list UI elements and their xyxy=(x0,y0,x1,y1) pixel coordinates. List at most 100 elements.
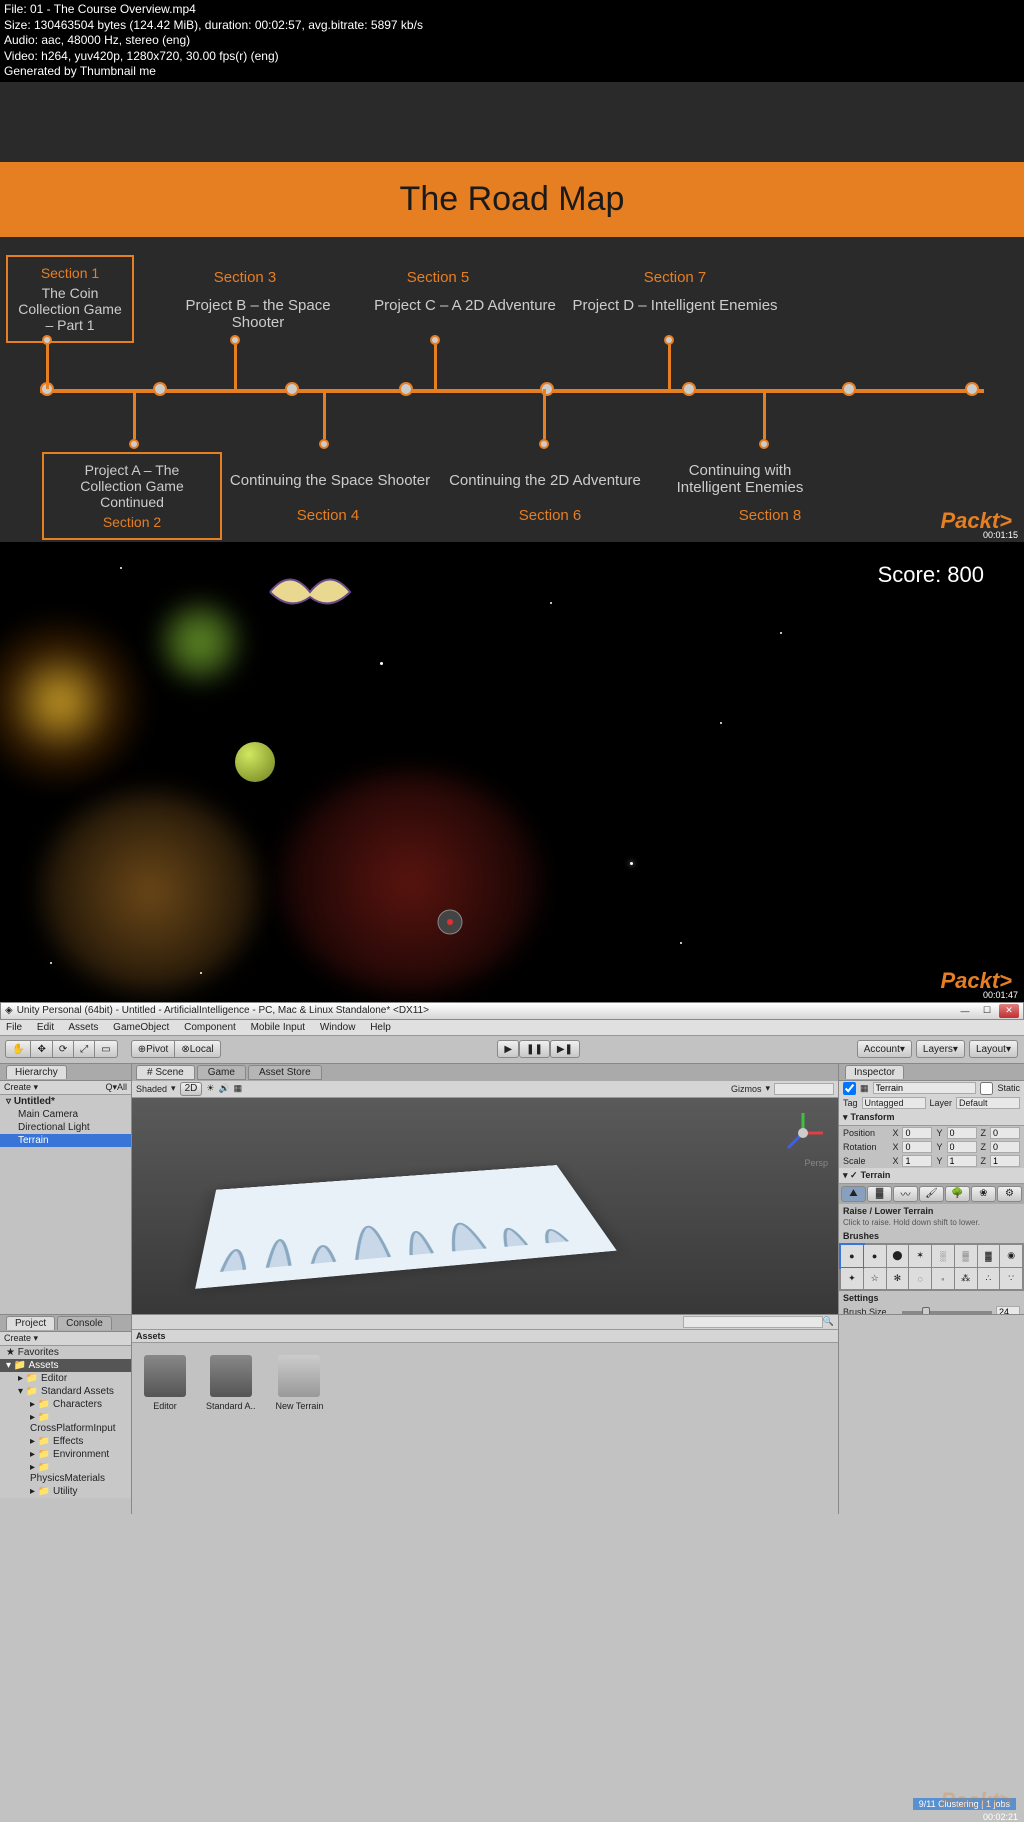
asset-folder[interactable]: Editor xyxy=(144,1355,186,1411)
hierarchy-create[interactable]: Create ▾ xyxy=(4,1082,38,1092)
favorites-item[interactable]: ★ Favorites xyxy=(0,1346,131,1359)
terrain-brush-tool[interactable]: 🖌 xyxy=(919,1186,944,1202)
scale-tool[interactable]: ⤢ xyxy=(73,1040,95,1058)
2d-toggle[interactable]: 2D xyxy=(180,1082,203,1096)
assets-root[interactable]: ▾ 📁 Assets xyxy=(0,1359,131,1372)
scl-z[interactable] xyxy=(990,1155,1020,1167)
terrain-settings-tool[interactable]: ⚙ xyxy=(997,1186,1022,1202)
brush-item[interactable]: ◦ xyxy=(932,1268,954,1290)
account-dropdown[interactable]: Account ▾ xyxy=(857,1040,912,1058)
brush-size-field[interactable] xyxy=(996,1306,1020,1314)
brush-item[interactable]: ◉ xyxy=(1000,1245,1022,1267)
shaded-dropdown[interactable]: Shaded xyxy=(136,1084,167,1094)
terrain-header[interactable]: ▾ ✓ Terrain xyxy=(839,1168,1024,1184)
active-checkbox[interactable] xyxy=(843,1082,856,1095)
hierarchy-item[interactable]: Main Camera xyxy=(0,1108,131,1121)
fx-icon[interactable]: ▦ xyxy=(234,1083,243,1094)
light-icon[interactable]: ☀ xyxy=(206,1083,214,1094)
menu-assets[interactable]: Assets xyxy=(68,1022,98,1033)
minimize-button[interactable]: — xyxy=(955,1004,975,1018)
move-tool[interactable]: ✥ xyxy=(30,1040,52,1058)
menu-file[interactable]: File xyxy=(6,1022,22,1033)
layers-dropdown[interactable]: Layers ▾ xyxy=(916,1040,965,1058)
asset-search[interactable] xyxy=(683,1316,823,1328)
pos-z[interactable] xyxy=(990,1127,1020,1139)
rot-y[interactable] xyxy=(947,1141,977,1153)
brush-item[interactable]: ⁂ xyxy=(955,1268,977,1290)
tag-dropdown[interactable]: Untagged xyxy=(862,1097,926,1109)
hierarchy-tab[interactable]: Hierarchy xyxy=(6,1065,67,1079)
scene-search[interactable] xyxy=(774,1083,834,1095)
asset-terrain[interactable]: New Terrain xyxy=(276,1355,324,1411)
brush-item[interactable]: ░ xyxy=(932,1245,954,1267)
play-button[interactable]: ▶ xyxy=(497,1040,519,1058)
layout-dropdown[interactable]: Layout ▾ xyxy=(969,1040,1018,1058)
asset-folder[interactable]: Standard A.. xyxy=(206,1355,256,1411)
brush-item[interactable]: ☆ xyxy=(864,1268,886,1290)
hierarchy-item-selected[interactable]: Terrain xyxy=(0,1134,131,1147)
folder-item[interactable]: ▸ 📁 Editor xyxy=(0,1372,131,1385)
terrain-smooth-tool[interactable]: 〰 xyxy=(893,1186,918,1202)
asset-store-tab[interactable]: Asset Store xyxy=(248,1065,322,1080)
search-filter-icon[interactable]: 🔍 xyxy=(823,1316,834,1328)
folder-item[interactable]: ▸ 📁 PhysicsMaterials xyxy=(0,1461,131,1485)
project-create[interactable]: Create ▾ xyxy=(4,1333,38,1343)
folder-item[interactable]: ▸ 📁 Characters xyxy=(0,1398,131,1411)
rot-z[interactable] xyxy=(990,1141,1020,1153)
folder-item[interactable]: ▸ 📁 Effects xyxy=(0,1435,131,1448)
terrain-tree-tool[interactable]: 🌳 xyxy=(945,1186,970,1202)
terrain-raise-tool[interactable]: ⛰ xyxy=(841,1186,866,1202)
scene-tab[interactable]: # Scene xyxy=(136,1065,195,1080)
layer-dropdown[interactable]: Default xyxy=(956,1097,1020,1109)
folder-item[interactable]: ▸ 📁 Environment xyxy=(0,1448,131,1461)
terrain-detail-tool[interactable]: ❀ xyxy=(971,1186,996,1202)
maximize-button[interactable]: ☐ xyxy=(977,1004,997,1018)
menu-help[interactable]: Help xyxy=(370,1022,391,1033)
menu-component[interactable]: Component xyxy=(184,1022,236,1033)
folder-item[interactable]: ▾ 📁 Standard Assets xyxy=(0,1385,131,1398)
hierarchy-item[interactable]: Directional Light xyxy=(0,1121,131,1134)
brush-item[interactable]: ∴ xyxy=(978,1268,1000,1290)
brush-item[interactable]: ✦ xyxy=(841,1268,863,1290)
pos-y[interactable] xyxy=(947,1127,977,1139)
step-button[interactable]: ▶❚ xyxy=(550,1040,580,1058)
scene-root[interactable]: ▿ Untitled* xyxy=(0,1095,131,1108)
brush-item[interactable]: ▒ xyxy=(955,1245,977,1267)
pivot-toggle[interactable]: ⊕ Pivot xyxy=(131,1040,176,1058)
brush-item[interactable]: ⬤ xyxy=(887,1245,909,1267)
rot-x[interactable] xyxy=(902,1141,932,1153)
brush-item[interactable]: ✶ xyxy=(909,1245,931,1267)
brush-item[interactable]: ● xyxy=(864,1245,886,1267)
project-tab[interactable]: Project xyxy=(6,1316,55,1330)
rotate-tool[interactable]: ⟳ xyxy=(52,1040,74,1058)
scl-y[interactable] xyxy=(947,1155,977,1167)
brush-item[interactable]: ● xyxy=(841,1245,863,1267)
pause-button[interactable]: ❚❚ xyxy=(519,1040,550,1058)
terrain-object[interactable] xyxy=(195,1165,617,1289)
console-tab[interactable]: Console xyxy=(57,1316,112,1330)
menu-gameobject[interactable]: GameObject xyxy=(113,1022,169,1033)
hand-tool[interactable]: ✋ xyxy=(5,1040,31,1058)
scene-viewport[interactable]: Persp xyxy=(132,1098,838,1314)
folder-item[interactable]: ▸ 📁 CrossPlatformInput xyxy=(0,1411,131,1435)
inspector-tab[interactable]: Inspector xyxy=(845,1065,904,1079)
pos-x[interactable] xyxy=(902,1127,932,1139)
audio-icon[interactable]: 🔊 xyxy=(218,1083,229,1094)
brush-size-slider[interactable] xyxy=(902,1311,992,1314)
terrain-paint-tool[interactable]: ▓ xyxy=(867,1186,892,1202)
folder-item[interactable]: ▸ 📁 Utility xyxy=(0,1485,131,1498)
static-checkbox[interactable] xyxy=(980,1082,993,1095)
menu-window[interactable]: Window xyxy=(320,1022,356,1033)
brush-item[interactable]: ✻ xyxy=(887,1268,909,1290)
scl-x[interactable] xyxy=(902,1155,932,1167)
brush-item[interactable]: ▓ xyxy=(978,1245,1000,1267)
menu-edit[interactable]: Edit xyxy=(37,1022,54,1033)
gizmos-dropdown[interactable]: Gizmos xyxy=(731,1084,762,1094)
brush-item[interactable]: ◌ xyxy=(909,1268,931,1290)
brush-item[interactable]: ∵ xyxy=(1000,1268,1022,1290)
object-name-field[interactable] xyxy=(873,1082,977,1094)
transform-header[interactable]: ▾ Transform xyxy=(839,1110,1024,1126)
rect-tool[interactable]: ▭ xyxy=(94,1040,117,1058)
menu-mobileinput[interactable]: Mobile Input xyxy=(251,1022,305,1033)
window-titlebar[interactable]: ◈ Unity Personal (64bit) - Untitled - Ar… xyxy=(0,1002,1024,1020)
